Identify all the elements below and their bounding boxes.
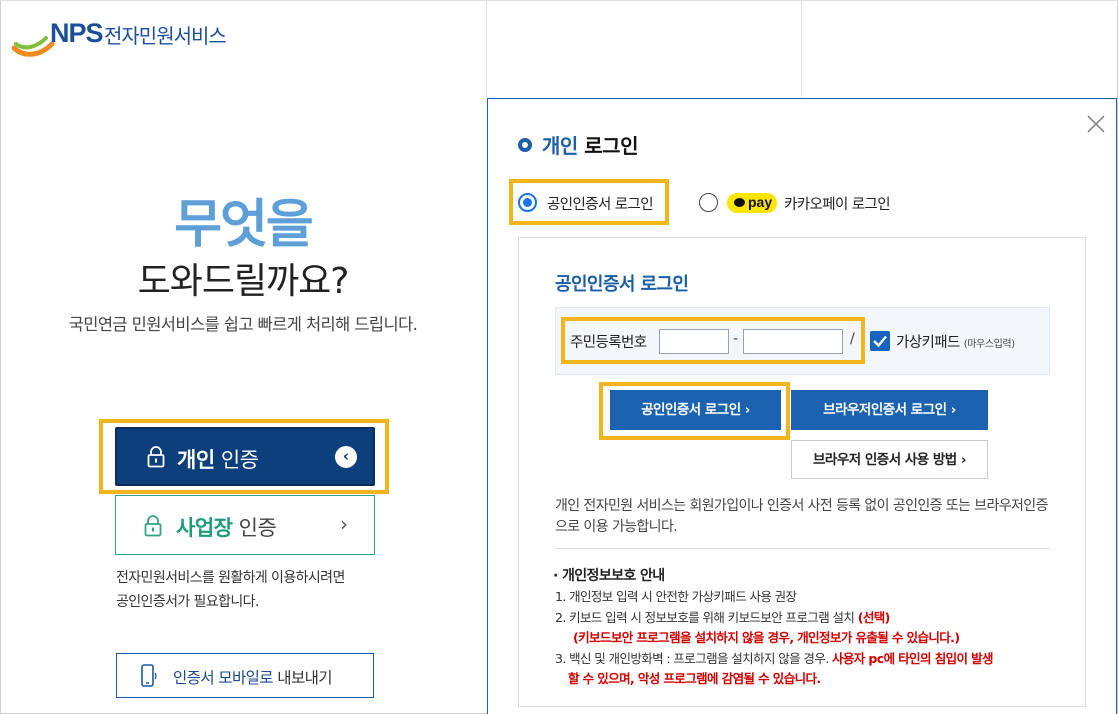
ssn-front-input[interactable] xyxy=(659,329,729,354)
privacy-title: · 개인정보보호 안내 xyxy=(553,568,665,584)
ssn-back-input[interactable] xyxy=(743,329,843,354)
business-auth-label: 사업장 인증 xyxy=(176,516,277,540)
business-auth-button[interactable]: 사업장 인증 › xyxy=(115,495,375,555)
personal-auth-label: 개인 인증 xyxy=(177,448,259,472)
cert-login-radio-label[interactable]: 공인인증서 로그인 xyxy=(547,193,654,214)
grid-divider xyxy=(801,0,802,98)
privacy-item-2-warning: (키보드보안 프로그램을 설치하지 않을 경우, 개인정보가 유출될 수 있습니… xyxy=(573,630,960,645)
service-name: 전자민원서비스 xyxy=(104,24,227,48)
browser-cert-login-button[interactable]: 브라우저인증서 로그인 › xyxy=(791,390,988,430)
virtual-keypad-label[interactable]: 가상키패드 (마우스입력) xyxy=(896,331,1015,352)
nps-logo[interactable]: NPS 전자민원서비스 xyxy=(12,14,252,60)
cert-required-note: 전자민원서비스를 원활하게 이용하시려면 공인인증서가 필요합니다. xyxy=(116,570,345,610)
chevron-right-icon: › xyxy=(340,512,348,536)
grid-divider xyxy=(486,0,487,98)
export-cert-mobile-button[interactable]: 인증서 모바일로 내보내기 xyxy=(116,653,374,698)
panel-title: 공인인증서 로그인 xyxy=(555,274,689,295)
privacy-item-1: 1. 개인정보 입력 시 안전한 가상키패드 사용 권장 xyxy=(555,589,797,604)
virtual-keypad-checkbox[interactable] xyxy=(870,331,890,351)
personal-auth-button[interactable]: 개인 인증 ‹ xyxy=(115,427,375,486)
export-cert-mobile-label: 인증서 모바일로 내보내기 xyxy=(173,669,333,687)
ssn-dash: - xyxy=(733,331,739,347)
kakaopay-login-radio[interactable] xyxy=(699,193,718,212)
cert-login-button[interactable]: 공인인증서 로그인 › xyxy=(610,390,781,430)
ssn-slash: / xyxy=(850,331,855,347)
kakaopay-login-radio-label[interactable]: 카카오페이 로그인 xyxy=(784,193,891,214)
cert-login-radio[interactable] xyxy=(518,193,537,212)
kakaopay-badge: pay xyxy=(727,193,777,213)
lock-icon xyxy=(147,446,165,468)
lock-icon xyxy=(144,515,162,537)
speech-bubble-icon xyxy=(734,198,745,207)
mobile-phone-icon xyxy=(141,664,157,687)
login-description: 개인 전자민원 서비스는 회원가입이나 인증서 사전 등록 없이 공인인증 또는… xyxy=(555,498,1048,535)
close-icon[interactable] xyxy=(1085,113,1107,135)
ssn-label: 주민등록번호 xyxy=(570,335,647,351)
chevron-left-icon: ‹ xyxy=(335,446,357,468)
privacy-item-3: 3. 백신 및 개인방화벽 : 프로그램을 설치하지 않을 경우. 사용자 pc… xyxy=(555,651,994,666)
hero-headline: 무엇을 xyxy=(174,195,314,255)
divider xyxy=(555,548,1050,549)
checkmark-icon xyxy=(873,335,887,348)
brand-name: NPS xyxy=(50,18,104,48)
privacy-item-2: 2. 키보드 입력 시 정보보호를 위해 키보드보안 프로그램 설치 (선택) xyxy=(555,610,890,625)
grid-divider xyxy=(0,0,1118,1)
title-bullet-icon xyxy=(518,138,532,152)
hero-subheadline: 도와드릴까요? xyxy=(137,261,350,302)
modal-title: 개인 로그인 xyxy=(518,130,638,159)
privacy-item-3-warning: 할 수 있으며, 악성 프로그램에 감염될 수 있습니다. xyxy=(568,671,821,686)
browser-cert-help-button[interactable]: 브라우저 인증서 사용 방법 › xyxy=(791,440,988,479)
hero-description: 국민연금 민원서비스를 쉽고 빠르게 처리해 드립니다. xyxy=(68,315,418,334)
